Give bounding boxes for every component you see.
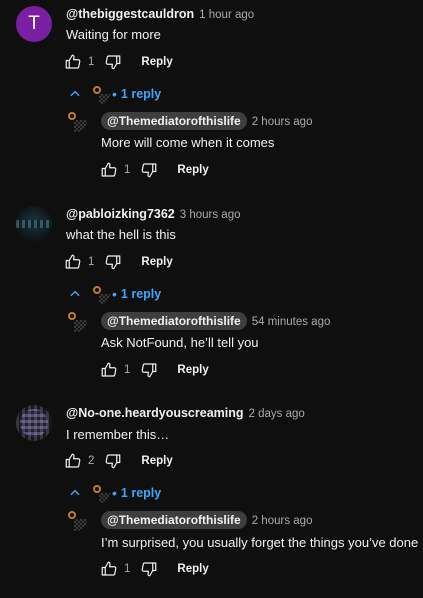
like-icon bbox=[65, 453, 81, 468]
comment-actions: 1 Reply bbox=[63, 52, 173, 72]
replies-count-label: 1 reply bbox=[120, 287, 162, 301]
separator-dot: • bbox=[112, 286, 117, 302]
reply-actions: 1 Reply bbox=[99, 360, 209, 380]
comment-header: @pabloizking7362 3 hours ago bbox=[66, 207, 241, 221]
like-count: 1 bbox=[88, 56, 95, 68]
reply-button[interactable]: Reply bbox=[141, 455, 172, 467]
comment-author[interactable]: @pabloizking7362 bbox=[66, 207, 175, 221]
dislike-icon bbox=[142, 163, 157, 178]
replies-count-label: 1 reply bbox=[120, 486, 162, 500]
reply-button[interactable]: Reply bbox=[177, 563, 208, 575]
reply-text: I’m surprised, you usually forget the th… bbox=[101, 535, 419, 550]
replier-avatar bbox=[90, 483, 110, 503]
avatar[interactable] bbox=[16, 206, 52, 242]
dislike-button[interactable] bbox=[103, 252, 123, 272]
dislike-icon bbox=[106, 55, 121, 70]
reply-avatar[interactable] bbox=[65, 110, 87, 132]
reply-button[interactable]: Reply bbox=[141, 256, 172, 268]
replies-toggle[interactable]: • 1 reply bbox=[68, 84, 161, 104]
like-icon bbox=[65, 54, 81, 69]
like-icon bbox=[101, 362, 117, 377]
like-icon bbox=[65, 254, 81, 269]
replier-avatar bbox=[90, 84, 110, 104]
comment-text: what the hell is this bbox=[66, 227, 176, 242]
dislike-button[interactable] bbox=[139, 160, 159, 180]
avatar[interactable] bbox=[16, 405, 52, 441]
reply-header: @Themediatorofthislife 2 hours ago bbox=[101, 112, 312, 130]
comment-time[interactable]: 2 days ago bbox=[249, 408, 305, 420]
reply-button[interactable]: Reply bbox=[141, 56, 172, 68]
replies-count-label: 1 reply bbox=[120, 87, 162, 101]
like-icon bbox=[101, 561, 117, 576]
dislike-icon bbox=[142, 562, 157, 577]
reply-author[interactable]: @Themediatorofthislife bbox=[101, 511, 247, 529]
reply-text: Ask NotFound, he’ll tell you bbox=[101, 335, 259, 350]
like-button[interactable] bbox=[63, 451, 83, 471]
comment-author[interactable]: @No-one.heardyouscreaming bbox=[66, 406, 244, 420]
reply-button[interactable]: Reply bbox=[177, 164, 208, 176]
like-count: 1 bbox=[124, 164, 131, 176]
like-button[interactable] bbox=[63, 252, 83, 272]
reply-actions: 1 Reply bbox=[99, 160, 209, 180]
reply-time[interactable]: 54 minutes ago bbox=[252, 316, 331, 328]
reply-actions: 1 Reply bbox=[99, 559, 209, 579]
like-count: 1 bbox=[88, 256, 95, 268]
comment-time[interactable]: 3 hours ago bbox=[180, 209, 241, 221]
reply-author[interactable]: @Themediatorofthislife bbox=[101, 112, 247, 130]
reply-header: @Themediatorofthislife 2 hours ago bbox=[101, 511, 312, 529]
comment-time[interactable]: 1 hour ago bbox=[199, 9, 254, 21]
dislike-button[interactable] bbox=[139, 360, 159, 380]
separator-dot: • bbox=[112, 485, 117, 501]
reply-time[interactable]: 2 hours ago bbox=[252, 116, 313, 128]
reply-header: @Themediatorofthislife 54 minutes ago bbox=[101, 312, 330, 330]
comment-header: @No-one.heardyouscreaming 2 days ago bbox=[66, 406, 305, 420]
like-count: 2 bbox=[88, 455, 95, 467]
like-button[interactable] bbox=[99, 360, 119, 380]
reply-button[interactable]: Reply bbox=[177, 364, 208, 376]
dislike-icon bbox=[106, 454, 121, 469]
dislike-button[interactable] bbox=[103, 52, 123, 72]
comment-text: Waiting for more bbox=[66, 27, 161, 42]
like-count: 1 bbox=[124, 364, 131, 376]
dislike-button[interactable] bbox=[139, 559, 159, 579]
reply-author[interactable]: @Themediatorofthislife bbox=[101, 312, 247, 330]
comment-actions: 2 Reply bbox=[63, 451, 173, 471]
chevron-up-icon bbox=[70, 290, 80, 297]
dislike-button[interactable] bbox=[103, 451, 123, 471]
like-button[interactable] bbox=[99, 160, 119, 180]
replies-toggle[interactable]: • 1 reply bbox=[68, 483, 161, 503]
avatar[interactable]: T bbox=[16, 6, 52, 42]
dislike-icon bbox=[142, 363, 157, 378]
comment-header: @thebiggestcauldron 1 hour ago bbox=[66, 7, 254, 21]
like-icon bbox=[101, 162, 117, 177]
avatar-letter: T bbox=[28, 13, 40, 34]
like-button[interactable] bbox=[63, 52, 83, 72]
comment-author[interactable]: @thebiggestcauldron bbox=[66, 7, 194, 21]
comment-actions: 1 Reply bbox=[63, 252, 173, 272]
chevron-up-icon bbox=[70, 489, 80, 496]
reply-text: More will come when it comes bbox=[101, 135, 275, 150]
comment-text: I remember this… bbox=[66, 427, 170, 442]
dislike-icon bbox=[106, 255, 121, 270]
separator-dot: • bbox=[112, 86, 117, 102]
reply-time[interactable]: 2 hours ago bbox=[252, 515, 313, 527]
replies-toggle[interactable]: • 1 reply bbox=[68, 284, 161, 304]
chevron-up-icon bbox=[70, 90, 80, 97]
replier-avatar bbox=[90, 284, 110, 304]
like-button[interactable] bbox=[99, 559, 119, 579]
reply-avatar[interactable] bbox=[65, 310, 87, 332]
like-count: 1 bbox=[124, 563, 131, 575]
reply-avatar[interactable] bbox=[65, 509, 87, 531]
